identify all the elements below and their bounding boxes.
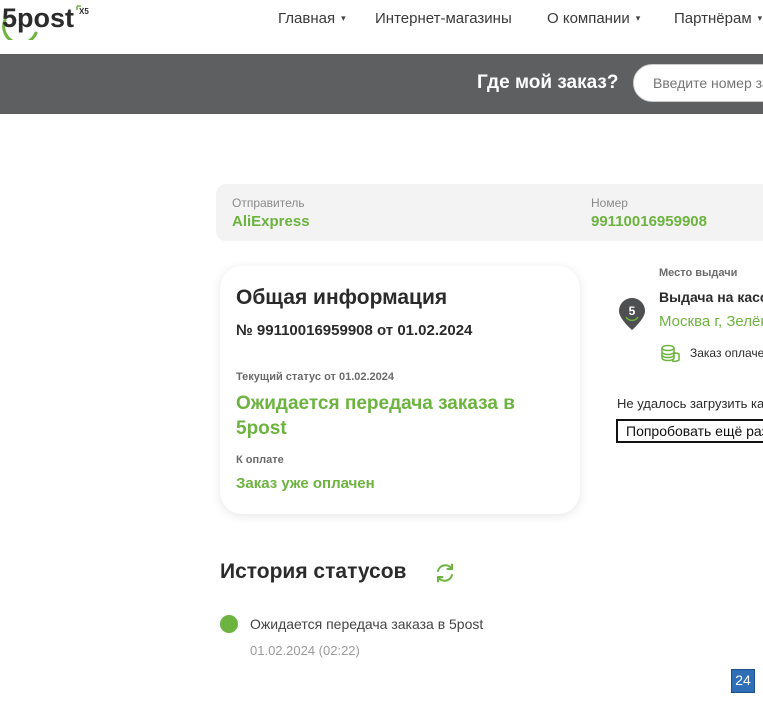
logo-sub-text: X5 <box>79 7 89 16</box>
nav-item-about[interactable]: О компании ▾ <box>547 10 640 30</box>
corner-badge[interactable]: 24 <box>731 669 755 693</box>
retry-map-button[interactable]: Попробовать ещё раз <box>616 419 763 443</box>
nav-item-about-label: О компании <box>547 10 630 27</box>
logo-text: 5post <box>2 3 74 33</box>
payment-value: Заказ уже оплачен <box>236 475 375 492</box>
current-status-value: Ожидается передача заказа в 5post <box>236 393 515 439</box>
pickup-label: Место выдачи <box>659 267 738 279</box>
nav-item-home[interactable]: Главная ▾ <box>278 10 346 30</box>
sender-label: Отправитель <box>232 196 305 210</box>
map-error-text: Не удалось загрузить карту <box>617 396 763 411</box>
history-item-text: Ожидается передача заказа в 5post <box>250 616 484 632</box>
svg-text:5: 5 <box>629 304 636 318</box>
pickup-payment-note: Заказ оплачен <box>690 346 763 360</box>
status-history-title: История статусов <box>220 560 407 583</box>
order-number-line: № 99110016959908 от 01.02.2024 <box>236 322 473 339</box>
sender-value: AliExpress <box>232 213 310 230</box>
general-info-title: Общая информация <box>236 286 448 309</box>
chevron-down-icon: ▾ <box>635 13 641 23</box>
map-pin-icon: 5 <box>618 297 646 331</box>
refresh-icon[interactable] <box>434 562 456 584</box>
number-value: 99110016959908 <box>591 213 707 230</box>
chevron-down-icon: ▾ <box>341 13 346 23</box>
nav-item-partners-label: Партнёрам <box>674 10 752 27</box>
search-label: Где мой заказ? <box>477 72 619 93</box>
nav-item-home-label: Главная <box>278 10 336 27</box>
history-item-time: 01.02.2024 (02:22) <box>250 643 360 658</box>
nav-item-stores[interactable]: Интернет-магазины <box>375 10 512 30</box>
pickup-address[interactable]: Москва г, Зелёный <box>659 313 763 330</box>
coins-icon <box>660 343 680 363</box>
number-label: Номер <box>591 196 628 210</box>
pickup-name: Выдача на кассе <box>659 289 763 305</box>
current-status-label: Текущий статус от 01.02.2024 <box>236 371 395 383</box>
order-number-input[interactable] <box>633 64 763 102</box>
payment-label: К оплате <box>236 454 284 466</box>
nav-item-stores-label: Интернет-магазины <box>375 10 512 27</box>
status-dot <box>220 615 238 633</box>
chevron-down-icon: ▾ <box>757 13 763 23</box>
nav-item-partners[interactable]: Партнёрам ▾ <box>674 10 762 30</box>
brand-logo[interactable]: 5post X5 <box>0 0 95 45</box>
